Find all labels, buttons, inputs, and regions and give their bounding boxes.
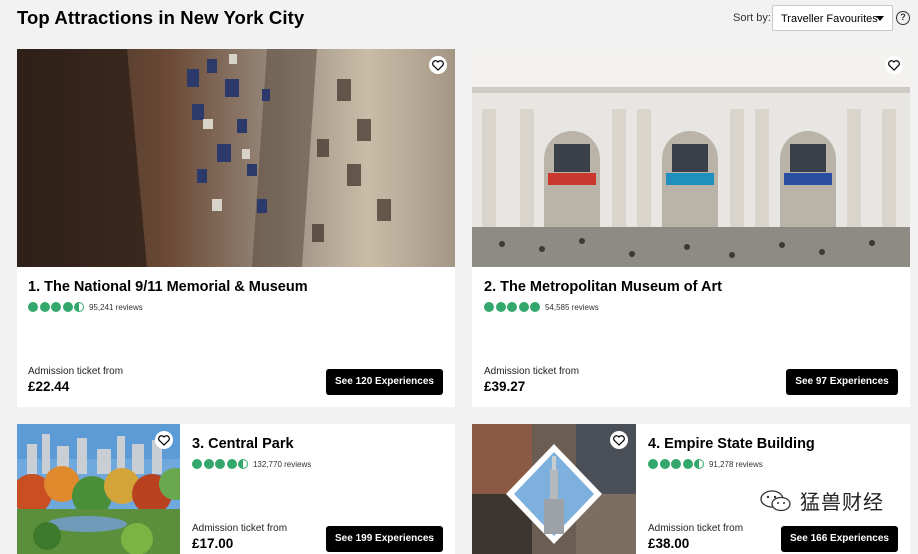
- attraction-card-2[interactable]: 2. The Metropolitan Museum of Art 54,585…: [472, 49, 910, 407]
- rating-half-bubble-icon: [238, 459, 249, 469]
- rating-bubbles: 95,241 reviews: [28, 302, 143, 312]
- rating-bubble-icon: [192, 459, 202, 469]
- review-count[interactable]: 132,770 reviews: [253, 460, 311, 469]
- watermark: 猛兽财经: [760, 486, 884, 515]
- page-title: Top Attractions in New York City: [17, 7, 305, 28]
- price: £38.00: [648, 536, 690, 551]
- see-experiences-button[interactable]: See 97 Experiences: [786, 369, 898, 395]
- rating-bubble-icon: [507, 302, 518, 312]
- rating-bubble-icon: [659, 459, 670, 469]
- attraction-photo-met[interactable]: [472, 49, 910, 267]
- rating-bubbles: 91,278 reviews: [648, 459, 763, 469]
- help-icon[interactable]: ?: [896, 11, 910, 25]
- see-experiences-button[interactable]: See 199 Experiences: [326, 526, 443, 552]
- rating-half-bubble-icon: [74, 302, 85, 312]
- attraction-card-1[interactable]: 1. The National 9/11 Memorial & Museum 9…: [17, 49, 455, 407]
- see-experiences-button[interactable]: See 166 Experiences: [781, 526, 898, 552]
- rating-bubble-icon: [226, 459, 237, 469]
- admission-label: Admission ticket from: [484, 366, 580, 377]
- sort-dropdown-value: Traveller Favourites: [781, 13, 878, 25]
- attraction-photo-memorial[interactable]: [17, 49, 455, 267]
- save-heart-icon[interactable]: [155, 431, 173, 449]
- review-count[interactable]: 91,278 reviews: [709, 460, 763, 469]
- sort-label: Sort by:: [733, 12, 771, 24]
- rating-bubble-icon: [215, 459, 226, 469]
- top-bar: Top Attractions in New York City Sort by…: [0, 0, 918, 40]
- attraction-card-3[interactable]: 3. Central Park 132,770 reviews Admissio…: [17, 424, 455, 554]
- rating-bubble-icon: [62, 302, 73, 312]
- review-count[interactable]: 54,585 reviews: [545, 303, 599, 312]
- rating-bubble-icon: [518, 302, 529, 312]
- rating-bubble-icon: [51, 302, 62, 312]
- rating-bubble-icon: [203, 459, 214, 469]
- attraction-title[interactable]: 3. Central Park: [192, 436, 294, 452]
- save-heart-icon[interactable]: [610, 431, 628, 449]
- see-experiences-button[interactable]: See 120 Experiences: [326, 369, 443, 395]
- price: £17.00: [192, 536, 234, 551]
- review-count[interactable]: 95,241 reviews: [89, 303, 143, 312]
- rating-bubble-icon: [682, 459, 693, 469]
- save-heart-icon[interactable]: [429, 56, 447, 74]
- admission-label: Admission ticket from: [192, 523, 288, 534]
- price: £39.27: [484, 379, 526, 394]
- rating-bubble-icon: [530, 302, 541, 312]
- rating-bubble-icon: [495, 302, 506, 312]
- wechat-icon: [760, 489, 791, 511]
- admission-label: Admission ticket from: [28, 366, 124, 377]
- rating-bubble-icon: [28, 302, 38, 312]
- rating-bubbles: 54,585 reviews: [484, 302, 599, 312]
- rating-bubble-icon: [39, 302, 50, 312]
- attraction-title[interactable]: 4. Empire State Building: [648, 436, 815, 452]
- admission-label: Admission ticket from: [648, 523, 744, 534]
- rating-half-bubble-icon: [694, 459, 705, 469]
- caret-down-icon: [876, 16, 884, 21]
- watermark-text: 猛兽财经: [800, 492, 884, 514]
- sort-dropdown[interactable]: Traveller Favourites: [772, 5, 893, 31]
- rating-bubbles: 132,770 reviews: [192, 459, 311, 469]
- rating-bubble-icon: [484, 302, 494, 312]
- price: £22.44: [28, 379, 70, 394]
- rating-bubble-icon: [671, 459, 682, 469]
- rating-bubble-icon: [648, 459, 658, 469]
- attraction-title[interactable]: 1. The National 9/11 Memorial & Museum: [28, 279, 308, 295]
- attraction-title[interactable]: 2. The Metropolitan Museum of Art: [484, 279, 722, 295]
- save-heart-icon[interactable]: [885, 56, 903, 74]
